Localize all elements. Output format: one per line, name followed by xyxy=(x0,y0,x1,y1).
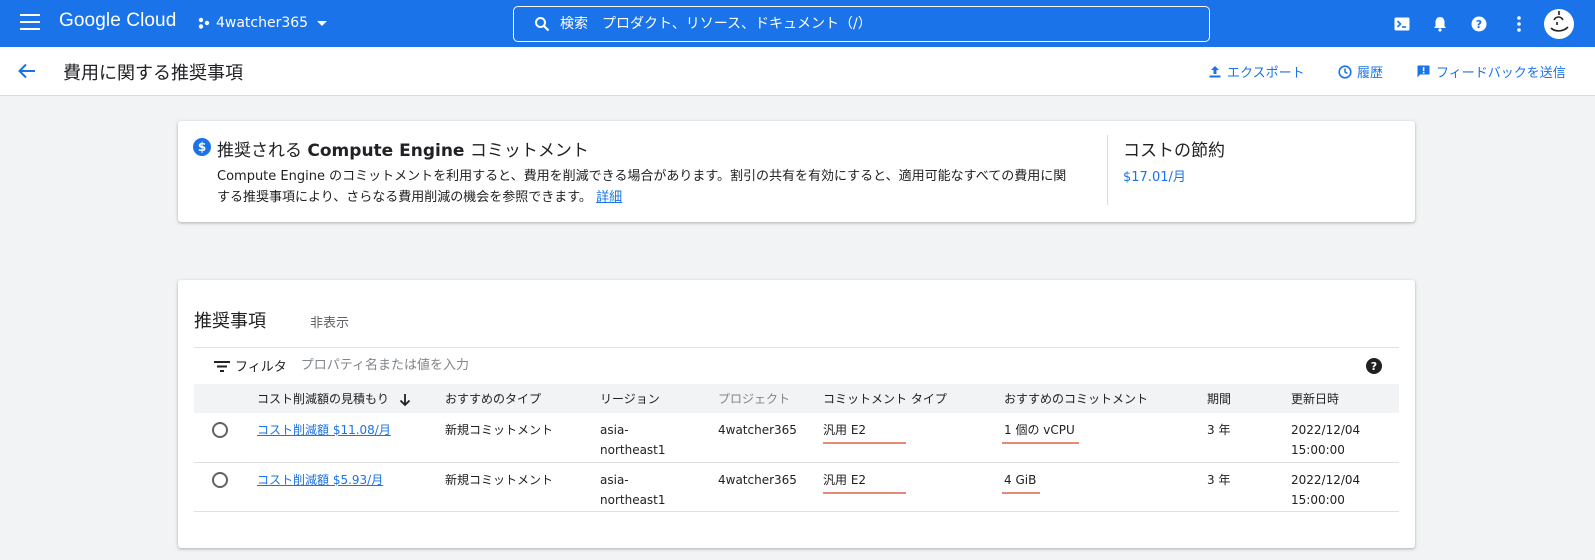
export-label: エクスポート xyxy=(1227,66,1305,81)
updated-date: 2022/12/04 xyxy=(1291,472,1361,487)
table-row: コスト削減額 $5.93/月 新規コミットメント asia-northeast1… xyxy=(194,462,1399,512)
region: asia-northeast1 xyxy=(600,462,718,512)
recommendations-card: 推奨事項 非表示 フィルタ ? コスト削減額の見積もり おすすめのタイプ リージ… xyxy=(178,280,1415,548)
column-header-updated[interactable]: 更新日時 xyxy=(1291,384,1399,413)
commitment-type-value: 汎用 E2 xyxy=(823,470,907,494)
help-icon[interactable]: ? xyxy=(1366,358,1382,374)
help-icon[interactable]: ? xyxy=(1467,12,1491,36)
filter-icon[interactable] xyxy=(214,360,230,372)
summary-title-product: Compute Engine xyxy=(307,141,465,161)
feedback-label: フィードバックを送信 xyxy=(1436,66,1566,81)
history-label: 履歴 xyxy=(1357,66,1384,81)
summary-title-pre: 推奨される xyxy=(217,141,308,161)
updated-date: 2022/12/04 xyxy=(1291,423,1361,437)
updated-at: 2022/12/04 15:00:00 xyxy=(1291,413,1399,463)
column-header-project[interactable]: プロジェクト xyxy=(718,384,823,413)
savings-link[interactable]: コスト削減額 $5.93/月 xyxy=(257,473,383,487)
project: 4watcher365 xyxy=(718,413,823,463)
filter-input[interactable] xyxy=(300,358,901,373)
project: 4watcher365 xyxy=(718,462,823,512)
row-radio[interactable] xyxy=(212,422,228,438)
recommendation-type: 新規コミットメント xyxy=(445,462,600,512)
column-header-savings[interactable]: コスト削減額の見積もり xyxy=(257,384,445,413)
table-header-row: コスト削減額の見積もり おすすめのタイプ リージョン プロジェクト コミットメン… xyxy=(194,384,1399,413)
cost-savings-value: $17.01/月 xyxy=(1123,170,1186,185)
column-header-region[interactable]: リージョン xyxy=(600,384,718,413)
column-header-commit-type[interactable]: コミットメント タイプ xyxy=(823,384,1004,413)
savings-link[interactable]: コスト削減額 $11.08/月 xyxy=(257,423,391,437)
feedback-icon xyxy=(1417,65,1430,78)
search-bar[interactable] xyxy=(513,6,1210,42)
cost-savings-label: コストの節約 xyxy=(1123,141,1225,161)
recommendations-title: 推奨事項 xyxy=(194,311,266,332)
back-arrow-icon[interactable] xyxy=(16,60,38,82)
avatar[interactable] xyxy=(1543,8,1575,40)
filter-label: フィルタ xyxy=(235,360,287,375)
hide-button[interactable]: 非表示 xyxy=(310,312,349,331)
region-line-2: northeast1 xyxy=(600,492,666,507)
term: 3 年 xyxy=(1207,413,1291,463)
top-bar: Google Cloud 4watcher365 ? xyxy=(0,0,1595,47)
region: asia-northeast1 xyxy=(600,413,718,463)
commitment-type: 汎用 E2 xyxy=(823,413,1004,463)
feedback-button[interactable]: フィードバックを送信 xyxy=(1416,62,1566,81)
history-button[interactable]: 履歴 xyxy=(1338,62,1383,81)
bell-icon[interactable] xyxy=(1428,12,1452,36)
search-icon xyxy=(535,17,550,32)
clock-icon xyxy=(1338,64,1352,79)
divider xyxy=(1107,135,1108,205)
dollar-icon: $ xyxy=(193,138,211,156)
column-header-term[interactable]: 期間 xyxy=(1207,384,1291,413)
terminal-icon[interactable] xyxy=(1390,12,1414,36)
commitment-type: 汎用 E2 xyxy=(823,462,1004,512)
region-line-1: asia- xyxy=(600,423,629,437)
arrow-down-icon[interactable] xyxy=(399,393,411,407)
page-header: 費用に関する推奨事項 エクスポート 履歴 フィードバックを送信 xyxy=(0,47,1595,96)
summary-title-post: コミットメント xyxy=(464,141,589,161)
recommended-commitment: 4 GiB xyxy=(1002,462,1207,512)
filter-bar: フィルタ ? xyxy=(194,347,1399,383)
google-cloud-logo[interactable]: Google Cloud xyxy=(59,10,176,32)
column-header-type[interactable]: おすすめのタイプ xyxy=(445,384,600,413)
project-name: 4watcher365 xyxy=(216,15,309,31)
updated-time: 15:00:00 xyxy=(1291,443,1345,457)
updated-time: 15:00:00 xyxy=(1291,492,1345,507)
recommendation-type: 新規コミットメント xyxy=(445,413,600,463)
region-line-1: asia- xyxy=(600,472,629,487)
summary-title: 推奨される Compute Engine コミットメント xyxy=(217,136,589,161)
summary-description: Compute Engine のコミットメントを利用すると、費用を削減できる場合… xyxy=(217,166,1077,208)
recommended-commitment: 1 個の vCPU xyxy=(1002,413,1207,463)
chevron-down-icon xyxy=(317,20,328,26)
updated-at: 2022/12/04 15:00:00 xyxy=(1291,462,1399,512)
project-icon xyxy=(198,17,210,29)
commitment-value: 4 GiB xyxy=(1002,470,1041,494)
upload-icon xyxy=(1209,65,1221,77)
commitment-summary-card: $ 推奨される Compute Engine コミットメント Compute E… xyxy=(178,121,1415,222)
search-input[interactable] xyxy=(560,16,1209,32)
column-header-commitment[interactable]: おすすめのコミットメント xyxy=(1004,384,1207,413)
region-line-2: northeast1 xyxy=(600,443,666,457)
column-label: コスト削減額の見積もり xyxy=(257,392,390,406)
select-column-header xyxy=(194,384,257,413)
commitment-type-value: 汎用 E2 xyxy=(823,420,907,444)
project-selector[interactable]: 4watcher365 xyxy=(198,13,328,33)
export-button[interactable]: エクスポート xyxy=(1208,62,1305,81)
recommendations-table: コスト削減額の見積もり おすすめのタイプ リージョン プロジェクト コミットメン… xyxy=(194,384,1399,512)
more-vert-icon[interactable] xyxy=(1507,12,1531,36)
commitment-value: 1 個の vCPU xyxy=(1002,420,1079,444)
table-row: コスト削減額 $11.08/月 新規コミットメント asia-northeast… xyxy=(194,413,1399,463)
row-radio[interactable] xyxy=(212,471,228,488)
svg-text:?: ? xyxy=(1476,18,1482,31)
menu-icon[interactable] xyxy=(20,14,40,32)
details-link[interactable]: 詳細 xyxy=(596,190,622,205)
term: 3 年 xyxy=(1207,462,1291,512)
summary-description-text: Compute Engine のコミットメントを利用すると、費用を削減できる場合… xyxy=(217,169,1067,205)
page-title: 費用に関する推奨事項 xyxy=(63,63,243,84)
